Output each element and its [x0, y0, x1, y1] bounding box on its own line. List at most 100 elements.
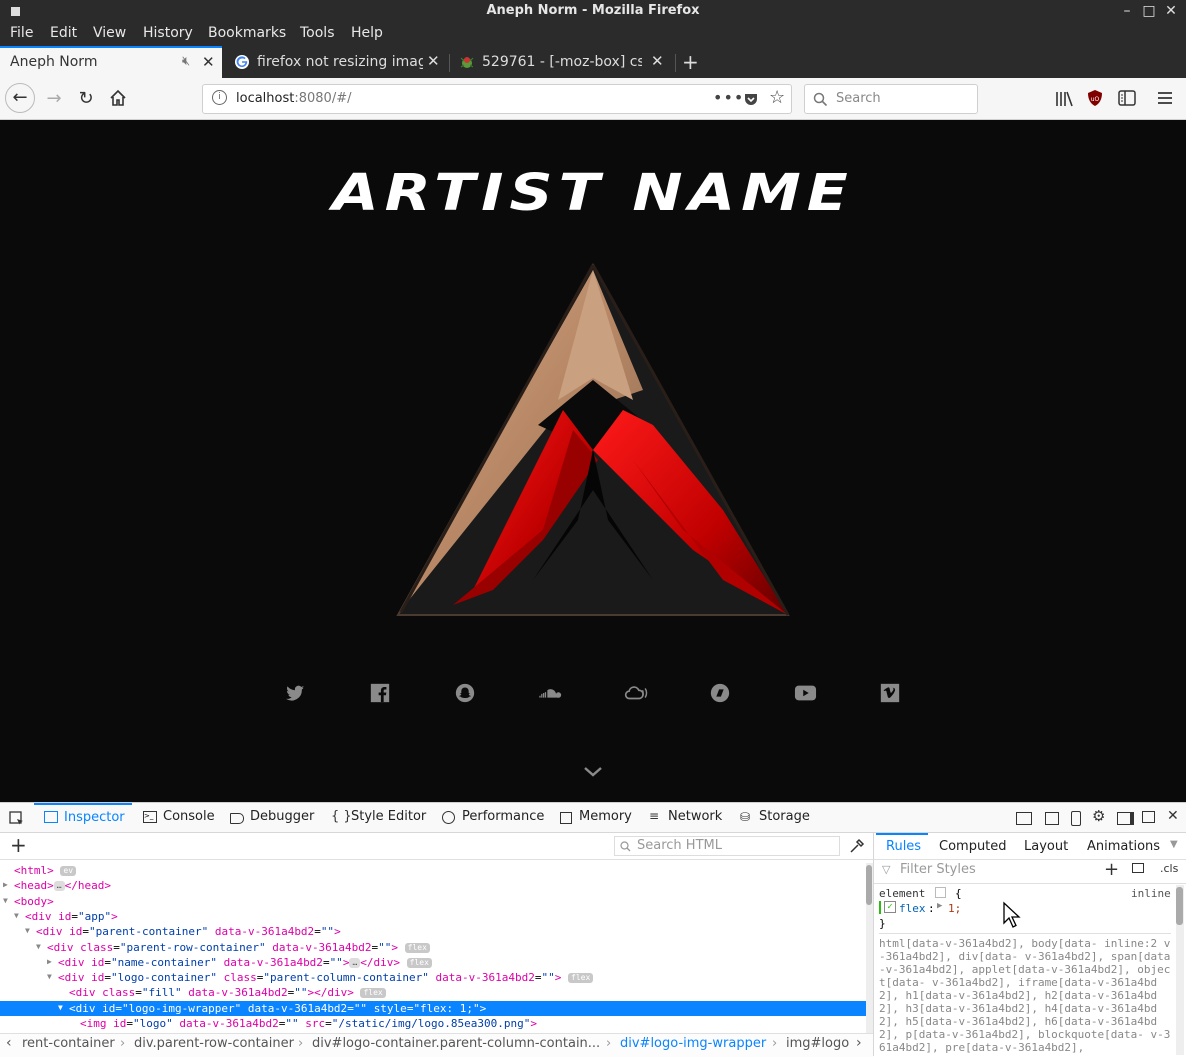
new-tab-icon[interactable]: +: [682, 50, 699, 74]
breadcrumb-item-selected[interactable]: div#logo-img-wrapper: [620, 1036, 766, 1051]
scrollbar-thumb[interactable]: [1176, 887, 1183, 925]
rules-scrollbar[interactable]: [1176, 885, 1184, 1055]
reload-icon[interactable]: ↻: [71, 84, 101, 114]
home-icon[interactable]: [109, 89, 127, 107]
dom-node[interactable]: <div class="fill" data-v-361a4bd2=""></d…: [0, 985, 866, 1000]
tab-rules[interactable]: Rules: [876, 833, 928, 859]
close-window-icon[interactable]: ✕: [1162, 2, 1180, 20]
breadcrumb-item[interactable]: img#logo: [786, 1036, 849, 1051]
ublock-origin-icon[interactable]: uO: [1087, 89, 1103, 107]
add-rule-icon[interactable]: +: [1104, 859, 1119, 880]
eyedropper-icon[interactable]: [849, 838, 865, 854]
dom-node[interactable]: ▼ <div id="logo-container" class="parent-…: [0, 970, 866, 985]
node-badge[interactable]: flex: [360, 988, 386, 999]
menu-bookmarks[interactable]: Bookmarks: [208, 25, 286, 41]
site-info-icon[interactable]: i: [212, 90, 227, 105]
breadcrumb-item[interactable]: div#logo-container.parent-column-contain…: [312, 1036, 604, 1051]
mixcloud-icon[interactable]: [622, 682, 650, 704]
tab-layout[interactable]: Layout: [1024, 839, 1068, 854]
vimeo-icon[interactable]: [879, 682, 901, 704]
dom-node[interactable]: ▼ <body>: [0, 894, 866, 909]
tab-network[interactable]: Network: [668, 809, 722, 824]
menu-help[interactable]: Help: [351, 25, 383, 41]
scrollbar-thumb[interactable]: [866, 865, 872, 905]
dom-node[interactable]: <html> ev: [0, 863, 866, 878]
bandsintown-icon[interactable]: [709, 682, 731, 704]
dom-node[interactable]: ▶ <head>… </head>: [0, 878, 866, 893]
tab-performance[interactable]: Performance: [462, 809, 544, 824]
forward-icon[interactable]: →: [39, 84, 69, 114]
twitter-icon[interactable]: [284, 682, 306, 704]
bookmark-star-icon[interactable]: ☆: [769, 87, 785, 108]
twisty-icon[interactable]: ▶: [47, 957, 52, 966]
filter-styles-input[interactable]: ▽ Filter Styles: [878, 861, 1094, 881]
mute-icon[interactable]: 🔇︎: [182, 54, 190, 69]
menu-edit[interactable]: Edit: [50, 25, 77, 41]
settings-gear-icon[interactable]: ⚙: [1092, 807, 1105, 825]
twisty-icon[interactable]: ▶: [3, 880, 8, 889]
tab-inspector[interactable]: Inspector: [34, 803, 132, 833]
expand-property-icon[interactable]: ▶: [937, 901, 942, 911]
close-devtools-icon[interactable]: ✕: [1167, 808, 1179, 824]
tab-computed[interactable]: Computed: [939, 839, 1007, 854]
dom-node[interactable]: ▶ <div id="name-container" data-v-361a4bd…: [0, 955, 866, 970]
hamburger-menu-icon[interactable]: [1157, 91, 1173, 105]
page-actions-icon[interactable]: •••: [713, 88, 744, 107]
responsive-design-icon[interactable]: [1071, 811, 1081, 826]
dom-node[interactable]: ▼ <div id="app">: [0, 909, 866, 924]
tabs-overflow-icon[interactable]: ▼: [1170, 839, 1178, 850]
menu-file[interactable]: File: [10, 25, 33, 41]
rule-source-link[interactable]: inline: [1131, 887, 1171, 900]
maximize-icon[interactable]: □: [1140, 2, 1158, 20]
dock-icon[interactable]: [1016, 812, 1032, 825]
tab-console[interactable]: Console: [163, 809, 215, 824]
toggle-pseudo-class-icon[interactable]: [1132, 863, 1144, 873]
tab-memory[interactable]: Memory: [579, 809, 632, 824]
tab-firefox-not-resizing[interactable]: firefox not resizing image ✕: [224, 46, 448, 78]
youtube-icon[interactable]: [793, 682, 818, 704]
twisty-icon[interactable]: ▼: [47, 972, 52, 981]
url-bar[interactable]: i localhost:8080/#/ ••• ☆: [202, 84, 792, 114]
markup-scrollbar[interactable]: [866, 863, 873, 1035]
dom-node[interactable]: ▼ <div id="parent-container" data-v-361a4…: [0, 924, 866, 939]
close-tab-icon[interactable]: ✕: [202, 53, 215, 71]
twisty-icon[interactable]: ▼: [3, 896, 8, 905]
twisty-icon[interactable]: ▼: [14, 911, 19, 920]
breadcrumb-item[interactable]: div.parent-row-container: [134, 1036, 294, 1051]
twisty-icon[interactable]: ▼: [58, 1003, 63, 1012]
twisty-icon[interactable]: ▼: [36, 942, 41, 951]
menu-view[interactable]: View: [93, 25, 126, 41]
pocket-icon[interactable]: [743, 91, 759, 107]
breadcrumb-scroll-left-icon[interactable]: ‹: [6, 1035, 12, 1051]
search-bar[interactable]: Search: [804, 84, 978, 114]
breadcrumb-scroll-right-icon[interactable]: ›: [856, 1035, 862, 1051]
tab-style-editor[interactable]: Style Editor: [351, 809, 426, 824]
close-tab-icon[interactable]: ✕: [427, 52, 440, 70]
menu-history[interactable]: History: [143, 25, 193, 41]
back-icon[interactable]: ←: [5, 83, 35, 113]
minimize-icon[interactable]: –: [1118, 2, 1136, 20]
property-value[interactable]: 1;: [948, 902, 961, 915]
property-name[interactable]: flex: [899, 902, 926, 915]
node-badge[interactable]: flex: [404, 942, 430, 953]
close-tab-icon[interactable]: ✕: [651, 52, 664, 70]
tab-storage[interactable]: Storage: [759, 809, 810, 824]
tab-529761[interactable]: 529761 - [-moz-box] css ✕: [450, 46, 674, 78]
cls-toggle[interactable]: .cls: [1160, 862, 1178, 875]
breadcrumb-item[interactable]: rent-container: [22, 1036, 115, 1051]
twisty-icon[interactable]: ▼: [25, 926, 30, 935]
menu-tools[interactable]: Tools: [300, 25, 335, 41]
rule-options-icon[interactable]: [935, 887, 946, 898]
scroll-down-chevron-icon[interactable]: [583, 766, 603, 778]
add-node-icon[interactable]: +: [10, 833, 27, 857]
node-badge[interactable]: flex: [406, 957, 432, 968]
tab-debugger[interactable]: Debugger: [250, 809, 314, 824]
node-badge[interactable]: flex: [568, 973, 594, 984]
separate-window-icon[interactable]: [1142, 811, 1155, 823]
tab-animations[interactable]: Animations: [1087, 839, 1160, 854]
search-html-input[interactable]: Search HTML: [614, 836, 840, 856]
dock-side-icon[interactable]: [1117, 812, 1134, 825]
dom-node[interactable]: <img id="logo" data-v-361a4bd2="" src="/…: [0, 1016, 866, 1031]
soundcloud-icon[interactable]: [538, 682, 564, 704]
sidebar-icon[interactable]: [1118, 90, 1136, 106]
